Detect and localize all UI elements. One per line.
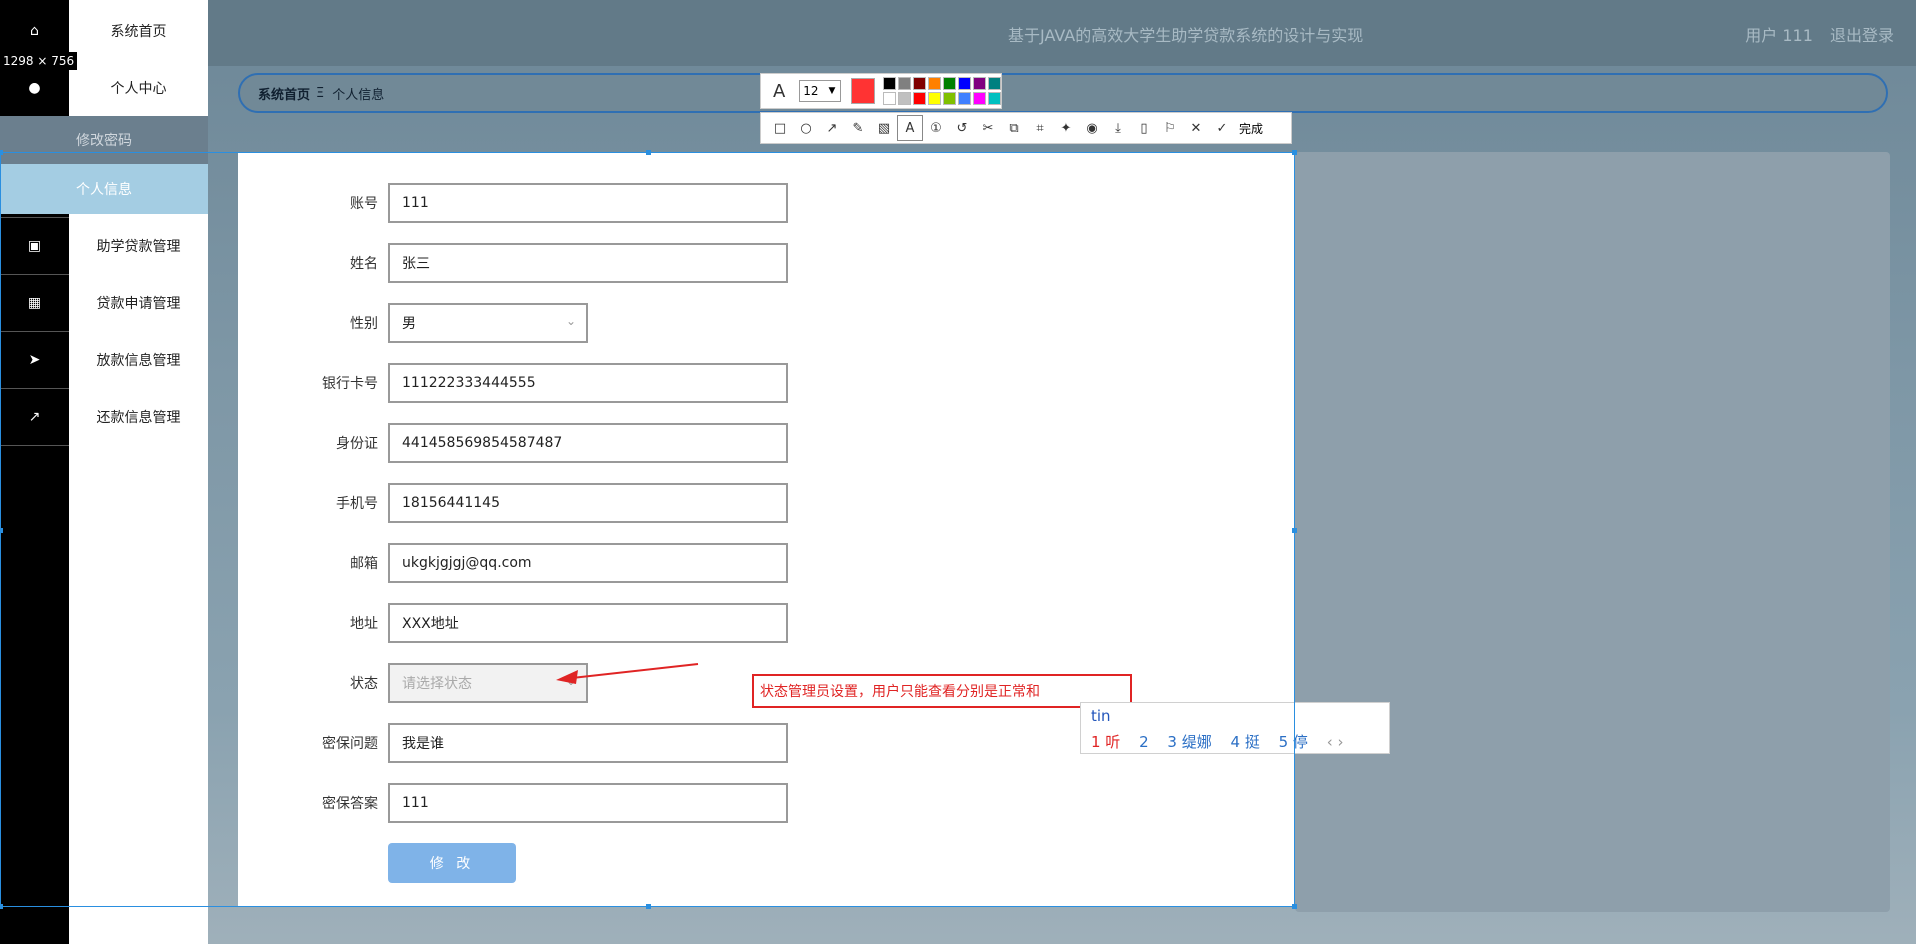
sidebar-item-profile[interactable]: 个人中心 <box>69 59 208 116</box>
drawing-toolbar: □ ○ ↗ ✎ ▧ A ① ↺ ✂ ⧉ ⌗ ✦ ◉ ⤓ ▯ ⚐ ✕ ✓ 完成 <box>760 112 1292 144</box>
number-tool-icon[interactable]: ① <box>923 115 949 141</box>
color-swatch[interactable] <box>958 77 971 90</box>
logout-link[interactable]: 退出登录 <box>1830 26 1894 45</box>
color-swatch[interactable] <box>988 77 1001 90</box>
color-swatch[interactable] <box>898 92 911 105</box>
font-icon[interactable]: A <box>767 78 791 104</box>
record-icon[interactable]: ◉ <box>1079 115 1105 141</box>
done-button[interactable]: 完成 <box>1239 120 1263 137</box>
ellipse-tool-icon[interactable]: ○ <box>793 115 819 141</box>
home-icon[interactable]: ⌂ <box>0 2 69 59</box>
check-icon[interactable]: ✓ <box>1209 115 1235 141</box>
screenshot-selection[interactable] <box>0 150 1297 909</box>
color-swatch[interactable] <box>988 92 1001 105</box>
selection-size-label: 1298 × 756 <box>0 52 78 70</box>
color-swatch[interactable] <box>943 77 956 90</box>
color-swatch[interactable] <box>913 77 926 90</box>
resize-handle[interactable] <box>1292 150 1297 155</box>
ocr-icon[interactable]: ⌗ <box>1027 115 1053 141</box>
arrow-tool-icon[interactable]: ↗ <box>819 115 845 141</box>
resize-handle[interactable] <box>1292 904 1297 909</box>
color-swatch[interactable] <box>898 77 911 90</box>
color-swatch[interactable] <box>973 92 986 105</box>
breadcrumb-current: 个人信息 <box>332 87 385 103</box>
color-swatch[interactable] <box>943 92 956 105</box>
top-header: 基于JAVA的高效大学生助学贷款系统的设计与实现 用户 111 退出登录 <box>208 0 1916 66</box>
system-title: 基于JAVA的高效大学生助学贷款系统的设计与实现 <box>1008 26 1364 45</box>
color-palette <box>883 77 1001 105</box>
breadcrumb-separator: Ξ <box>316 85 325 101</box>
download-icon[interactable]: ⤓ <box>1105 115 1131 141</box>
close-icon[interactable]: ✕ <box>1183 115 1209 141</box>
resize-handle[interactable] <box>0 528 3 533</box>
color-swatch[interactable] <box>883 77 896 90</box>
pin-icon[interactable]: ✦ <box>1053 115 1079 141</box>
resize-handle[interactable] <box>0 150 3 155</box>
color-swatch[interactable] <box>913 92 926 105</box>
resize-handle[interactable] <box>646 150 651 155</box>
current-color-swatch[interactable] <box>850 78 875 104</box>
text-style-toolbar: A 12 ▼ <box>760 73 1002 109</box>
dimmed-content-area <box>1295 152 1890 912</box>
pencil-tool-icon[interactable]: ✎ <box>845 115 871 141</box>
breadcrumb: 系统首页 Ξ 个人信息 <box>238 73 1888 113</box>
undo-icon[interactable]: ↺ <box>949 115 975 141</box>
bookmark-icon[interactable]: ⚐ <box>1157 115 1183 141</box>
translate-icon[interactable]: ⧉ <box>1001 115 1027 141</box>
phone-icon[interactable]: ▯ <box>1131 115 1157 141</box>
font-size-select[interactable]: 12 ▼ <box>799 80 841 102</box>
mosaic-tool-icon[interactable]: ▧ <box>871 115 897 141</box>
color-swatch[interactable] <box>883 92 896 105</box>
color-swatch[interactable] <box>973 77 986 90</box>
user-area: 用户 111 退出登录 <box>1733 22 1894 46</box>
resize-handle[interactable] <box>0 904 3 909</box>
text-tool-icon[interactable]: A <box>897 115 923 141</box>
resize-handle[interactable] <box>1292 528 1297 533</box>
caret-down-icon: ▼ <box>828 86 836 96</box>
color-swatch[interactable] <box>928 92 941 105</box>
rectangle-tool-icon[interactable]: □ <box>767 115 793 141</box>
username: 用户 111 <box>1745 26 1813 45</box>
color-swatch[interactable] <box>928 77 941 90</box>
sidebar-item-home[interactable]: 系统首页 <box>69 2 208 59</box>
font-size-value: 12 <box>803 84 819 98</box>
breadcrumb-home[interactable]: 系统首页 <box>258 84 310 103</box>
color-swatch[interactable] <box>958 92 971 105</box>
ime-page-nav[interactable]: ‹ › <box>1327 733 1344 751</box>
resize-handle[interactable] <box>646 904 651 909</box>
scissors-icon[interactable]: ✂ <box>975 115 1001 141</box>
